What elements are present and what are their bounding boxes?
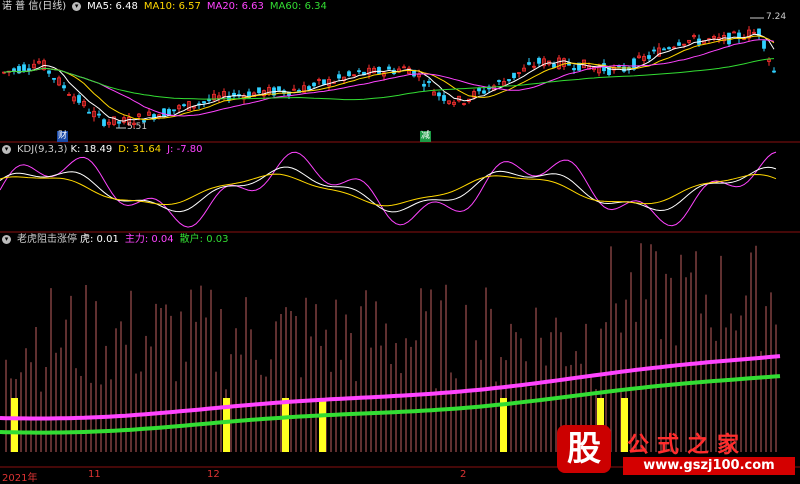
kdj-lines: [0, 151, 777, 228]
candle-body: [677, 42, 681, 46]
kdj-k: K: 18.49: [70, 144, 113, 155]
candle-body: [427, 81, 431, 83]
kdj-k-line: [0, 166, 777, 213]
candle-body: [62, 85, 66, 89]
date-label-11: 11: [88, 469, 101, 480]
candle-body: [27, 68, 31, 71]
date-label-2021: 2021年: [2, 473, 38, 484]
candle-body: [572, 68, 576, 71]
candle-body: [667, 47, 671, 50]
candle-body: [22, 64, 26, 71]
candle-body: [377, 67, 381, 74]
candle-body: [322, 79, 326, 85]
candle-body: [117, 121, 121, 124]
logo-title: 公式之家: [627, 432, 748, 458]
candle-body: [387, 66, 391, 70]
marker-jian: 减: [420, 131, 432, 142]
candle-body: [97, 113, 101, 116]
settings-icon[interactable]: ▾: [2, 234, 11, 244]
kdj-j: J: -7.80: [167, 144, 203, 155]
settings-icon[interactable]: ▾: [72, 1, 82, 11]
candle-body: [172, 109, 176, 112]
candle-body: [277, 86, 281, 91]
signal-bar: [11, 398, 18, 452]
candle-body: [482, 90, 486, 94]
indicator-panel-header: ▾ 老虎阻击涨停 虎: 0.01 主力: 0.04 散户: 0.03: [0, 233, 234, 247]
kdj-j-line: [0, 151, 777, 228]
indicator-zhuli: 主力: 0.04: [124, 234, 174, 245]
candle-body: [12, 68, 16, 72]
candle-body: [182, 104, 186, 107]
ma10-label: MA10: 6.57: [143, 1, 201, 12]
kdj-panel-header: ▾ KDJ(9,3,3) K: 18.49 D: 31.64 J: -7.80: [0, 143, 208, 157]
candle-body: [357, 70, 361, 73]
candle-body: [662, 48, 666, 51]
stock-name: 诺 普 信(日线): [2, 1, 67, 12]
candle-body: [507, 79, 511, 82]
candle-body: [422, 83, 426, 87]
candle-body: [762, 40, 766, 49]
ma60-label: MA60: 6.34: [269, 1, 327, 12]
candle-body: [437, 92, 441, 97]
candle-body: [347, 71, 351, 76]
indicator-name: 老虎阻击涨停: [17, 234, 77, 245]
candle-body: [537, 57, 541, 64]
logo-url: www.gszj100.com: [623, 457, 795, 475]
candle-body: [647, 55, 651, 59]
candle-body: [732, 31, 736, 34]
candle-body: [52, 77, 56, 80]
candle-body: [312, 82, 316, 87]
indicator-hu: 虎: 0.01: [80, 234, 119, 245]
candle-body: [477, 88, 481, 92]
candle-body: [442, 95, 446, 101]
candle-body: [257, 87, 261, 94]
ma5-label: MA5: 6.48: [87, 1, 138, 12]
candle-body: [527, 62, 531, 65]
logo-gu: 股: [557, 425, 611, 473]
date-label-12: 12: [207, 469, 220, 480]
candle-body: [47, 70, 51, 74]
candle-body: [162, 108, 166, 117]
candle-body: [512, 72, 516, 79]
candle-body: [77, 95, 81, 103]
marker-cai: 财: [57, 131, 69, 142]
candle-body: [337, 74, 341, 79]
low-price-label: 5.51: [127, 122, 148, 132]
candle-body: [497, 80, 501, 82]
indicator-lines: [0, 354, 781, 435]
settings-icon[interactable]: ▾: [2, 144, 11, 154]
signal-bar: [282, 398, 289, 452]
candle-body: [307, 86, 311, 90]
candle-body: [87, 111, 91, 114]
main-panel-header: 诺 普 信(日线) ▾ MA5: 6.48 MA10: 6.57 MA20: 6.63 M…: [0, 0, 333, 14]
watermark-logo: 股 公式之家 www.gszj100.com: [557, 425, 798, 477]
candle-body: [652, 49, 656, 52]
indicator-bars: [5, 243, 777, 452]
candle-body: [102, 119, 106, 126]
candle-body: [772, 70, 776, 73]
indicator-sanhu: 散户: 0.03: [179, 234, 229, 245]
kdj-name: KDJ(9,3,3): [17, 144, 68, 155]
candle-body: [552, 63, 556, 68]
date-label-2: 2: [460, 469, 467, 480]
high-price-label: 7.24: [766, 12, 787, 22]
candle-body: [202, 101, 206, 104]
signal-bar: [319, 398, 326, 452]
kdj-d-line: [0, 173, 777, 207]
kdj-d: D: 31.64: [118, 144, 162, 155]
ma20-label: MA20: 6.63: [206, 1, 264, 12]
